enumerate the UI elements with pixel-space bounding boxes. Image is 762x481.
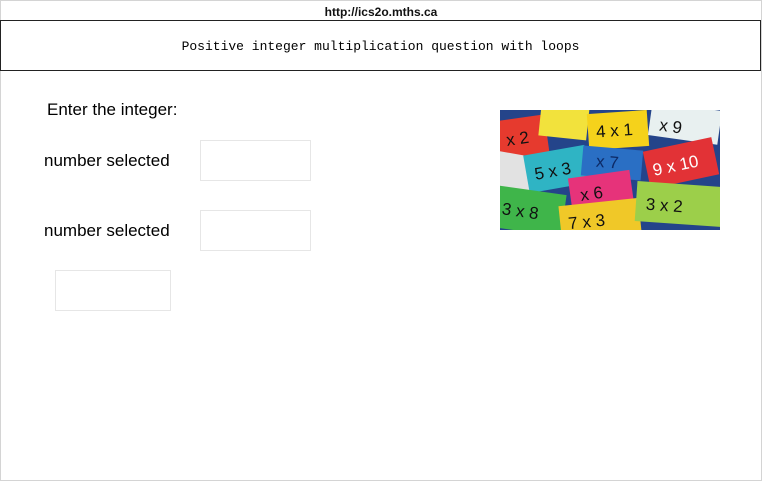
card-label: 4 x 1 xyxy=(595,120,633,142)
page-title: Positive integer multiplication question… xyxy=(0,20,761,71)
multiplication-cards-graphic: x 2 4 x 1 x 9 x 2 5 x 3 x 7 9 x 10 x 6 3… xyxy=(500,110,720,230)
card-label: x 6 xyxy=(579,183,604,205)
submit-button[interactable] xyxy=(55,270,171,311)
number-input-2[interactable] xyxy=(200,210,311,251)
card-label: x 7 xyxy=(595,152,619,173)
multiplication-cards-image: x 2 4 x 1 x 9 x 2 5 x 3 x 7 9 x 10 x 6 3… xyxy=(500,110,720,230)
integer-prompt: Enter the integer: xyxy=(47,100,178,119)
url-header: http://ics2o.mths.ca xyxy=(324,5,438,19)
card-label: 7 x 3 xyxy=(567,211,606,230)
number-selected-label-1: number selected xyxy=(44,151,170,170)
number-input-1[interactable] xyxy=(200,140,311,181)
card-label: 3 x 2 xyxy=(645,195,683,217)
number-selected-label-2: number selected xyxy=(44,221,170,240)
card-label: x 9 xyxy=(658,116,683,138)
